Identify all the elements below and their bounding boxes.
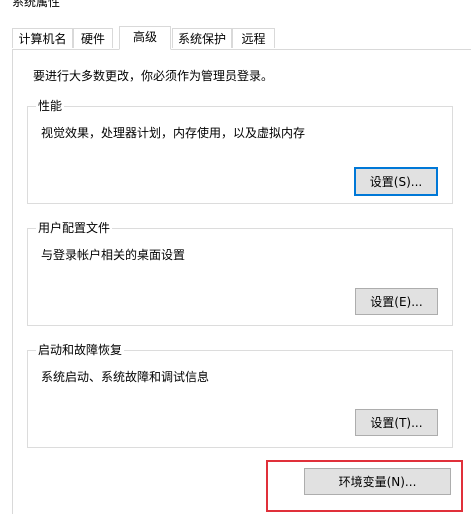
tab-advanced[interactable]: 高级 bbox=[119, 26, 171, 50]
system-properties-dialog: 系统属性 计算机名 硬件 高级 系统保护 远程 要进行大多数更改，你必须作为管理… bbox=[0, 0, 471, 514]
performance-group-title: 性能 bbox=[36, 98, 65, 114]
user-profiles-group-title: 用户配置文件 bbox=[36, 220, 113, 236]
performance-settings-button[interactable]: 设置(S)... bbox=[354, 167, 438, 196]
environment-variables-button[interactable]: 环境变量(N)... bbox=[304, 468, 451, 495]
startup-recovery-group-title: 启动和故障恢复 bbox=[36, 342, 125, 358]
window-title: 系统属性 bbox=[12, 0, 61, 9]
startup-recovery-description: 系统启动、系统故障和调试信息 bbox=[41, 370, 210, 384]
performance-description: 视觉效果，处理器计划，内存使用，以及虚拟内存 bbox=[41, 126, 306, 140]
user-profiles-description: 与登录帐户相关的桌面设置 bbox=[41, 248, 186, 262]
admin-notice: 要进行大多数更改，你必须作为管理员登录。 bbox=[33, 69, 274, 83]
user-profiles-settings-button[interactable]: 设置(E)... bbox=[355, 288, 438, 315]
startup-recovery-settings-button[interactable]: 设置(T)... bbox=[355, 409, 438, 436]
tab-computer-name[interactable]: 计算机名 bbox=[12, 28, 73, 48]
tab-strip: 计算机名 硬件 高级 系统保护 远程 bbox=[12, 26, 471, 50]
tab-system-protection[interactable]: 系统保护 bbox=[172, 28, 232, 48]
tab-remote[interactable]: 远程 bbox=[232, 28, 275, 48]
tab-hardware[interactable]: 硬件 bbox=[73, 28, 113, 48]
